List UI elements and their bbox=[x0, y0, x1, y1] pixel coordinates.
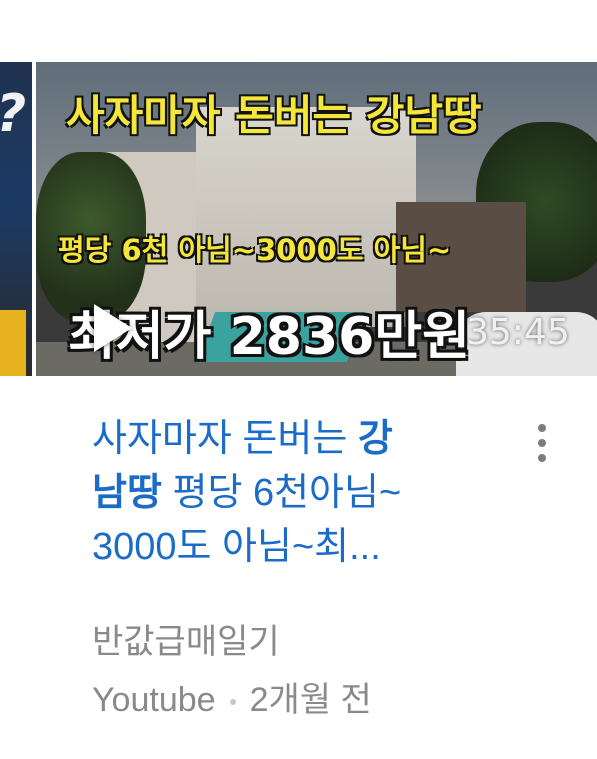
title-text-part2: 평당 6천아님~ bbox=[161, 472, 402, 514]
title-text-part1: 사자마자 돈버는 bbox=[92, 418, 358, 460]
video-duration: 35:45 bbox=[466, 312, 570, 353]
title-line-2: 남땅 평당 6천아님~ bbox=[92, 466, 502, 520]
title-highlight-2: 남땅 bbox=[92, 472, 162, 514]
title-line-3: 3000도 아님~최... bbox=[92, 526, 381, 568]
source-label: Youtube bbox=[92, 681, 216, 719]
thumbnail-caption-1: 사자마자 돈버는 강남땅 bbox=[66, 91, 482, 140]
video-meta: Youtube 2개월 전 bbox=[92, 672, 372, 721]
play-icon[interactable] bbox=[94, 304, 132, 352]
more-dot-2 bbox=[538, 439, 546, 447]
title-line-1: 사자마자 돈버는 강 bbox=[92, 412, 502, 466]
title-highlight-1: 강 bbox=[357, 418, 393, 460]
separator-dot bbox=[229, 699, 236, 706]
thumbnail-caption-2: 평당 6천 아님~3000도 아님~ bbox=[58, 233, 452, 267]
video-title[interactable]: 사자마자 돈버는 강 남땅 평당 6천아님~ 3000도 아님~최... bbox=[92, 412, 502, 574]
more-dot-1 bbox=[538, 424, 546, 432]
upload-age: 2개월 전 bbox=[249, 681, 372, 719]
prev-thumb-glyph: ? bbox=[0, 84, 26, 144]
prev-thumb-yellow-block bbox=[0, 310, 26, 376]
more-vert-icon[interactable] bbox=[528, 424, 556, 468]
more-dot-3 bbox=[538, 454, 546, 462]
previous-video-thumbnail[interactable]: ? 5 bbox=[0, 62, 32, 376]
channel-name[interactable]: 반값급매일기 bbox=[92, 614, 280, 663]
video-thumbnail[interactable]: 사자마자 돈버는 강남땅 평당 6천 아님~3000도 아님~ 최저가 2836… bbox=[36, 62, 597, 376]
